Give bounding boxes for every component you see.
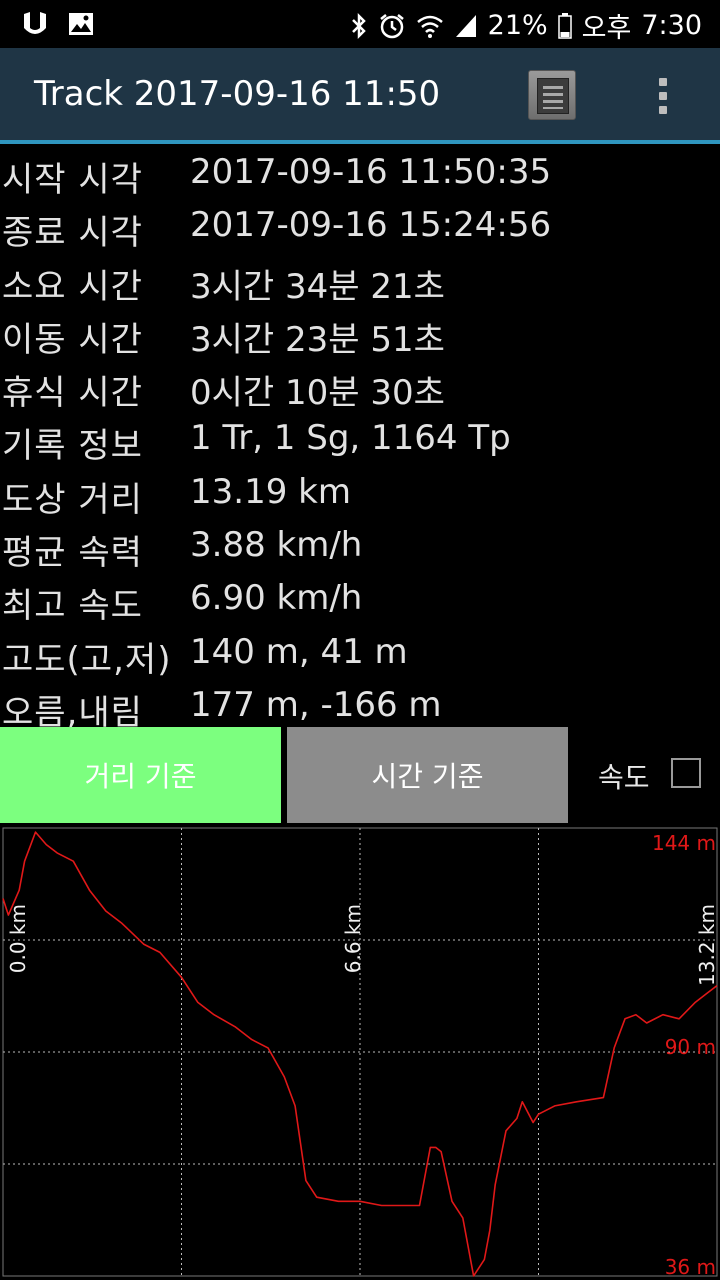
- info-row-avg-speed: 평균 속력 3.88 km/h: [0, 521, 720, 574]
- alarm-icon: [378, 12, 406, 40]
- speed-checkbox[interactable]: [671, 758, 701, 788]
- info-value: 13.19 km: [190, 471, 351, 512]
- elevation-chart: 144 m 90 m 36 m 0.0 km 6.6 km 13.2 km: [0, 826, 720, 1280]
- info-row-start-time: 시작 시각 2017-09-16 11:50:35: [0, 148, 720, 201]
- info-row-rest-time: 휴식 시간 0시간 10분 30초: [0, 361, 720, 414]
- info-value: 6.90 km/h: [190, 578, 363, 619]
- info-row-distance: 도상 거리 13.19 km: [0, 468, 720, 521]
- info-row-altitude: 고도(고,저) 140 m, 41 m: [0, 628, 720, 681]
- info-label: 평균 속력: [2, 533, 143, 574]
- overflow-dot: [659, 106, 667, 114]
- info-value: 2017-09-16 15:24:56: [190, 205, 552, 246]
- info-value: 2017-09-16 11:50:35: [190, 152, 552, 192]
- overflow-dot: [659, 92, 667, 100]
- status-bar: 21% 오후 7:30: [0, 0, 720, 48]
- battery-percent: 21%: [487, 10, 548, 41]
- y-tick-label: 144 m: [652, 831, 716, 855]
- wifi-icon: [416, 13, 444, 39]
- info-label: 소요 시간: [2, 266, 143, 307]
- info-value: 177 m, -166 m: [190, 684, 442, 725]
- track-info-table: 시작 시각 2017-09-16 11:50:35 종료 시각 2017-09-…: [0, 148, 720, 734]
- x-tick-label: 13.2 km: [695, 904, 719, 986]
- info-row-moving-time: 이동 시간 3시간 23분 51초: [0, 308, 720, 361]
- overflow-dot: [659, 78, 667, 86]
- info-label: 기록 정보: [2, 426, 143, 467]
- overflow-menu-button[interactable]: [648, 74, 678, 118]
- elevation-chart-svg: 144 m 90 m 36 m 0.0 km 6.6 km 13.2 km: [2, 827, 719, 1279]
- info-row-total-time: 소요 시간 3시간 34분 21초: [0, 255, 720, 308]
- info-label: 종료 시각: [2, 213, 143, 254]
- signal-icon: [454, 13, 478, 39]
- system-status: 21% 오후 7:30: [350, 6, 702, 45]
- y-tick-label: 36 m: [665, 1255, 716, 1279]
- x-tick-label: 6.6 km: [341, 904, 365, 973]
- bluetooth-icon: [350, 12, 368, 40]
- tab-time-basis[interactable]: 시간 기준: [287, 727, 568, 823]
- info-label: 최고 속도: [2, 586, 143, 627]
- info-row-end-time: 종료 시각 2017-09-16 15:24:56: [0, 201, 720, 254]
- track-title: Track 2017-09-16 11:50: [34, 74, 441, 114]
- battery-icon: [557, 12, 572, 39]
- list-icon: [537, 78, 569, 114]
- info-label: 도상 거리: [2, 479, 143, 520]
- info-value: 3시간 23분 51초: [190, 319, 445, 360]
- notification-icons: [20, 10, 94, 42]
- list-view-button[interactable]: [528, 70, 576, 120]
- info-label: 고도(고,저): [2, 639, 172, 680]
- info-value: 3.88 km/h: [190, 525, 363, 566]
- info-value: 3시간 34분 21초: [190, 266, 445, 307]
- clock-ampm: 오후: [581, 13, 632, 44]
- tab-distance-basis[interactable]: 거리 기준: [0, 727, 281, 823]
- app-notification-icon: [20, 10, 50, 42]
- info-label: 휴식 시간: [2, 373, 143, 414]
- info-label: 이동 시간: [2, 319, 143, 360]
- info-label: 시작 시각: [2, 160, 143, 200]
- gallery-icon: [68, 12, 94, 40]
- info-value: 1 Tr, 1 Sg, 1164 Tp: [190, 418, 511, 459]
- speed-checkbox-label: 속도: [598, 761, 650, 794]
- info-value: 140 m, 41 m: [190, 631, 408, 672]
- x-tick-label: 0.0 km: [6, 904, 30, 973]
- action-bar: Track 2017-09-16 11:50: [0, 48, 720, 144]
- info-row-max-speed: 최고 속도 6.90 km/h: [0, 574, 720, 627]
- y-tick-label: 90 m: [665, 1035, 716, 1059]
- info-value: 0시간 10분 30초: [190, 373, 445, 414]
- info-row-record-info: 기록 정보 1 Tr, 1 Sg, 1164 Tp: [0, 414, 720, 467]
- clock-time: 7:30: [641, 10, 702, 41]
